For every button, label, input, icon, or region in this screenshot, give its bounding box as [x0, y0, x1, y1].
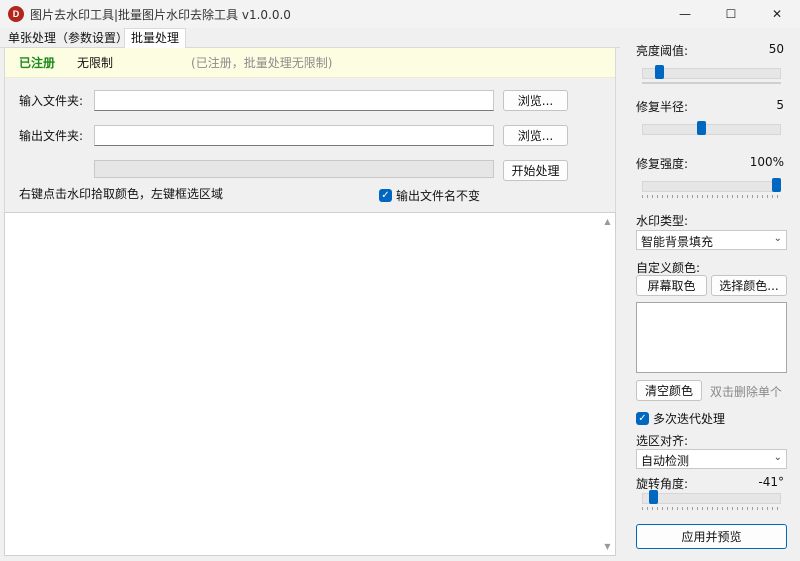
slider-thumb[interactable] — [697, 121, 706, 135]
registration-type: 无限制 — [77, 56, 114, 70]
scroll-down-icon[interactable]: ▼ — [603, 542, 612, 551]
apply-preview-button[interactable]: 应用并预览 — [636, 524, 787, 549]
custom-color-label: 自定义颜色: — [636, 261, 701, 275]
rotation-value: -41° — [758, 475, 784, 489]
close-icon: ✕ — [771, 7, 783, 21]
strength-label: 修复强度: — [636, 157, 689, 171]
registration-status: 已注册 — [19, 56, 56, 70]
multi-iteration-label: 多次迭代处理 — [653, 412, 726, 426]
slider-ticks — [642, 507, 781, 510]
radius-slider[interactable] — [642, 120, 781, 136]
radius-value: 5 — [776, 98, 784, 112]
maximize-icon: ☐ — [725, 7, 737, 21]
watermark-type-select[interactable]: 智能背景填充 ⌄ — [636, 230, 787, 250]
vertical-scrollbar[interactable]: ▲ ▼ — [600, 213, 615, 555]
slider-thumb[interactable] — [655, 65, 664, 79]
slider-thumb[interactable] — [649, 490, 658, 504]
chevron-down-icon: ⌄ — [773, 452, 782, 463]
registration-strip: 已注册 无限制 (已注册，批量处理无限制) — [5, 48, 615, 78]
brightness-label: 亮度阈值: — [636, 44, 689, 58]
keep-filename-checkbox[interactable]: ✓ 输出文件名不变 — [379, 187, 480, 204]
settings-pane: 亮度阈值: 50 修复半径: 5 修复强度: 100% 水印类型: 智能背景填充… — [622, 28, 800, 561]
brightness-slider[interactable] — [642, 64, 781, 84]
align-label: 选区对齐: — [636, 434, 689, 448]
input-folder-field[interactable] — [94, 90, 494, 111]
usage-hint: 右键点击水印拾取颜色，左键框选区域 — [19, 187, 224, 201]
output-folder-label: 输出文件夹: — [19, 129, 84, 143]
preview-canvas[interactable]: ▲ ▼ — [4, 212, 616, 556]
checkbox-checked-icon: ✓ — [636, 412, 649, 425]
checkbox-checked-icon: ✓ — [379, 189, 392, 202]
brightness-value: 50 — [768, 42, 784, 56]
tab-bar: 单张处理（参数设置） 批量处理 — [0, 28, 620, 49]
align-select[interactable]: 自动检测 ⌄ — [636, 449, 787, 469]
multi-iteration-checkbox[interactable]: ✓ 多次迭代处理 — [636, 410, 725, 427]
tab-batch[interactable]: 批量处理 — [124, 28, 187, 49]
slider-track — [642, 181, 781, 192]
close-button[interactable]: ✕ — [754, 0, 800, 28]
rotation-slider[interactable] — [642, 489, 781, 510]
align-value: 自动检测 — [641, 454, 690, 468]
radius-label: 修复半径: — [636, 100, 689, 114]
chevron-down-icon: ⌄ — [773, 233, 782, 244]
browse-output-button[interactable]: 浏览... — [503, 125, 568, 146]
keep-filename-label: 输出文件名不变 — [396, 189, 481, 203]
browse-input-button[interactable]: 浏览... — [503, 90, 568, 111]
slider-track — [642, 124, 781, 135]
watermark-type-label: 水印类型: — [636, 214, 689, 228]
color-list[interactable] — [636, 302, 787, 373]
window-title: 图片去水印工具|批量图片水印去除工具 v1.0.0.0 — [30, 7, 291, 22]
registration-note: (已注册，批量处理无限制) — [191, 56, 333, 70]
start-button[interactable]: 开始处理 — [503, 160, 568, 181]
minimize-button[interactable]: — — [662, 0, 708, 28]
window-controls: — ☐ ✕ — [662, 0, 800, 28]
slider-track — [642, 493, 781, 504]
input-folder-label: 输入文件夹: — [19, 94, 84, 108]
progress-bar — [94, 160, 494, 178]
app-logo-icon: D — [8, 6, 24, 22]
strength-slider[interactable] — [642, 177, 781, 198]
clear-hint: 双击删除单个 — [710, 385, 783, 399]
tab-single[interactable]: 单张处理（参数设置） — [2, 29, 134, 48]
watermark-type-value: 智能背景填充 — [641, 235, 714, 249]
slider-thumb[interactable] — [772, 178, 781, 192]
minimize-icon: — — [679, 7, 691, 21]
slider-ticks — [642, 195, 781, 198]
output-folder-field[interactable] — [94, 125, 494, 146]
slider-underline — [642, 82, 781, 84]
screen-pick-button[interactable]: 屏幕取色 — [636, 275, 707, 296]
main-pane: 单张处理（参数设置） 批量处理 已注册 无限制 (已注册，批量处理无限制) 输入… — [0, 28, 620, 561]
strength-value: 100% — [749, 155, 784, 169]
title-bar: D 图片去水印工具|批量图片水印去除工具 v1.0.0.0 — ☐ ✕ — [0, 0, 800, 28]
clear-colors-button[interactable]: 清空颜色 — [636, 380, 702, 401]
maximize-button[interactable]: ☐ — [708, 0, 754, 28]
scroll-up-icon[interactable]: ▲ — [603, 217, 612, 226]
choose-color-button[interactable]: 选择颜色... — [711, 275, 787, 296]
